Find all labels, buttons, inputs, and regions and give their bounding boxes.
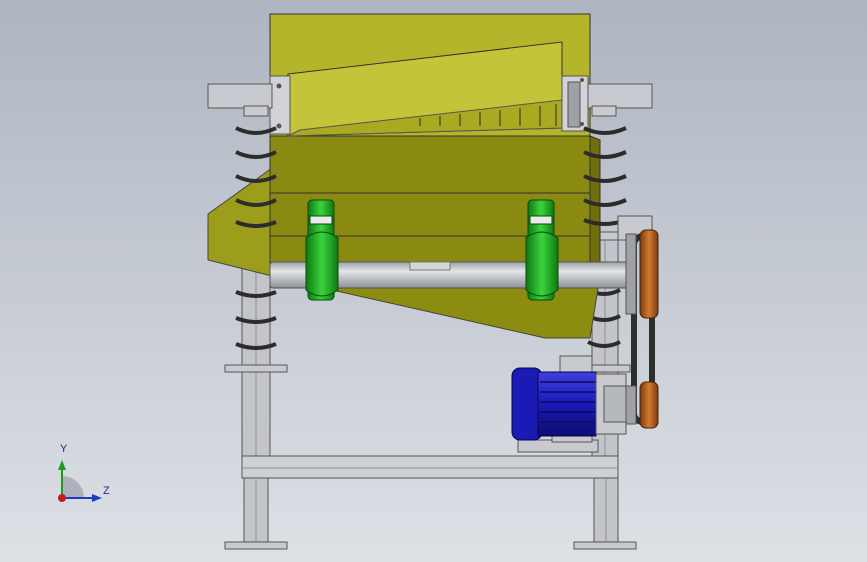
motor-pulley[interactable]	[625, 381, 659, 429]
top-beam-right[interactable]	[587, 83, 653, 109]
x-axis-origin	[58, 494, 66, 502]
z-axis-label: Z	[103, 485, 110, 497]
foot-plate-left	[224, 541, 288, 550]
top-beam-left[interactable]	[207, 83, 273, 109]
bearing-left[interactable]	[305, 199, 339, 301]
feed-hopper[interactable]	[269, 13, 591, 137]
y-axis-label: Y	[60, 443, 68, 455]
cad-viewport[interactable]: Y Z	[0, 0, 867, 562]
foot-plate-right	[573, 541, 637, 550]
shaft-pulley[interactable]	[625, 229, 659, 319]
vibrating-screen-model[interactable]	[0, 0, 867, 562]
bearing-right[interactable]	[525, 199, 559, 301]
coordinate-triad	[58, 460, 102, 502]
